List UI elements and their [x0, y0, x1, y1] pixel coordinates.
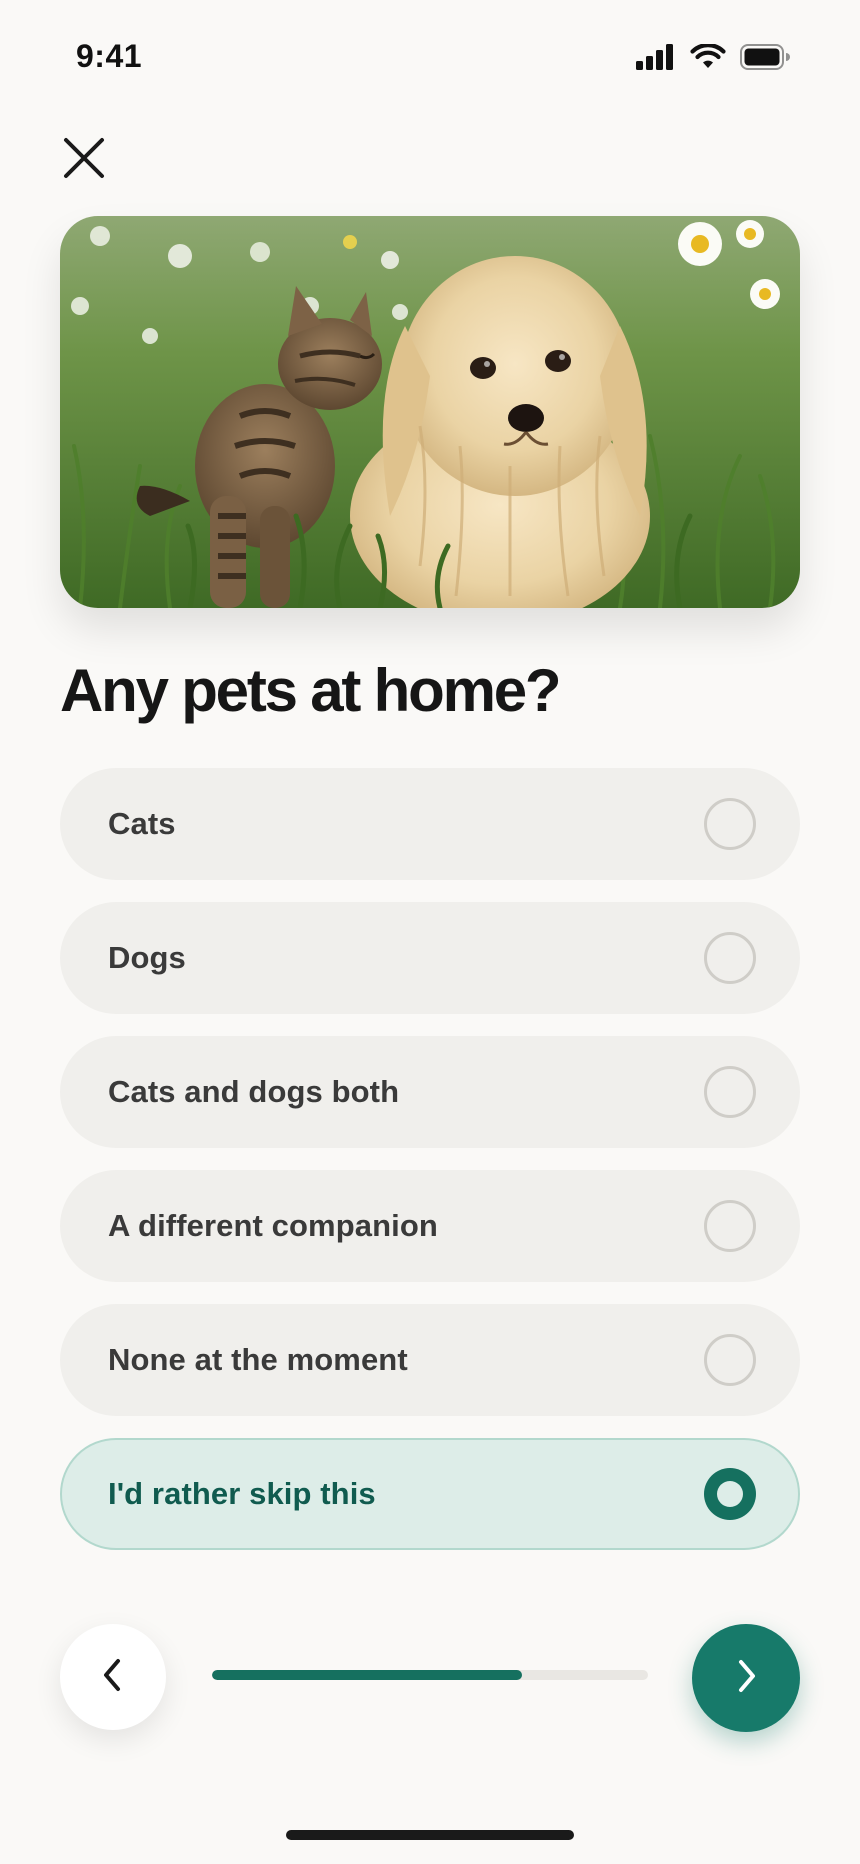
option-cats[interactable]: Cats — [60, 768, 800, 880]
progress-fill — [212, 1670, 522, 1680]
option-cats-and-dogs[interactable]: Cats and dogs both — [60, 1036, 800, 1148]
option-label: Cats — [108, 806, 176, 841]
option-skip[interactable]: I'd rather skip this — [60, 1438, 800, 1550]
hero-photo — [60, 216, 800, 608]
option-dogs[interactable]: Dogs — [60, 902, 800, 1014]
option-label: None at the moment — [108, 1342, 408, 1377]
cat-and-dog-illustration — [60, 216, 800, 608]
close-button[interactable] — [56, 132, 112, 188]
option-different-companion[interactable]: A different companion — [60, 1170, 800, 1282]
chevron-left-icon — [98, 1657, 128, 1698]
cellular-signal-icon — [636, 44, 676, 75]
radio-selected-icon[interactable] — [704, 1468, 756, 1520]
answer-options: Cats Dogs Cats and dogs both A different… — [60, 768, 800, 1550]
progress-bar — [212, 1670, 648, 1680]
close-icon — [62, 136, 106, 185]
status-icons — [636, 43, 790, 75]
status-time: 9:41 — [76, 38, 143, 74]
option-none[interactable]: None at the moment — [60, 1304, 800, 1416]
wifi-icon — [690, 43, 726, 75]
question-title: Any pets at home? — [60, 657, 562, 724]
radio-unselected-icon[interactable] — [704, 1334, 756, 1386]
battery-icon — [740, 44, 790, 75]
next-button[interactable] — [692, 1624, 800, 1732]
radio-unselected-icon[interactable] — [704, 1200, 756, 1252]
radio-dot — [717, 1481, 743, 1507]
option-label: Dogs — [108, 940, 186, 975]
back-button[interactable] — [60, 1624, 166, 1730]
home-indicator — [286, 1830, 574, 1840]
option-label: A different companion — [108, 1208, 438, 1243]
radio-unselected-icon[interactable] — [704, 1066, 756, 1118]
radio-unselected-icon[interactable] — [704, 798, 756, 850]
radio-unselected-icon[interactable] — [704, 932, 756, 984]
option-label: I'd rather skip this — [108, 1476, 376, 1511]
option-label: Cats and dogs both — [108, 1074, 400, 1109]
chevron-right-icon — [731, 1658, 761, 1699]
status-bar: 9:41 — [0, 0, 860, 120]
